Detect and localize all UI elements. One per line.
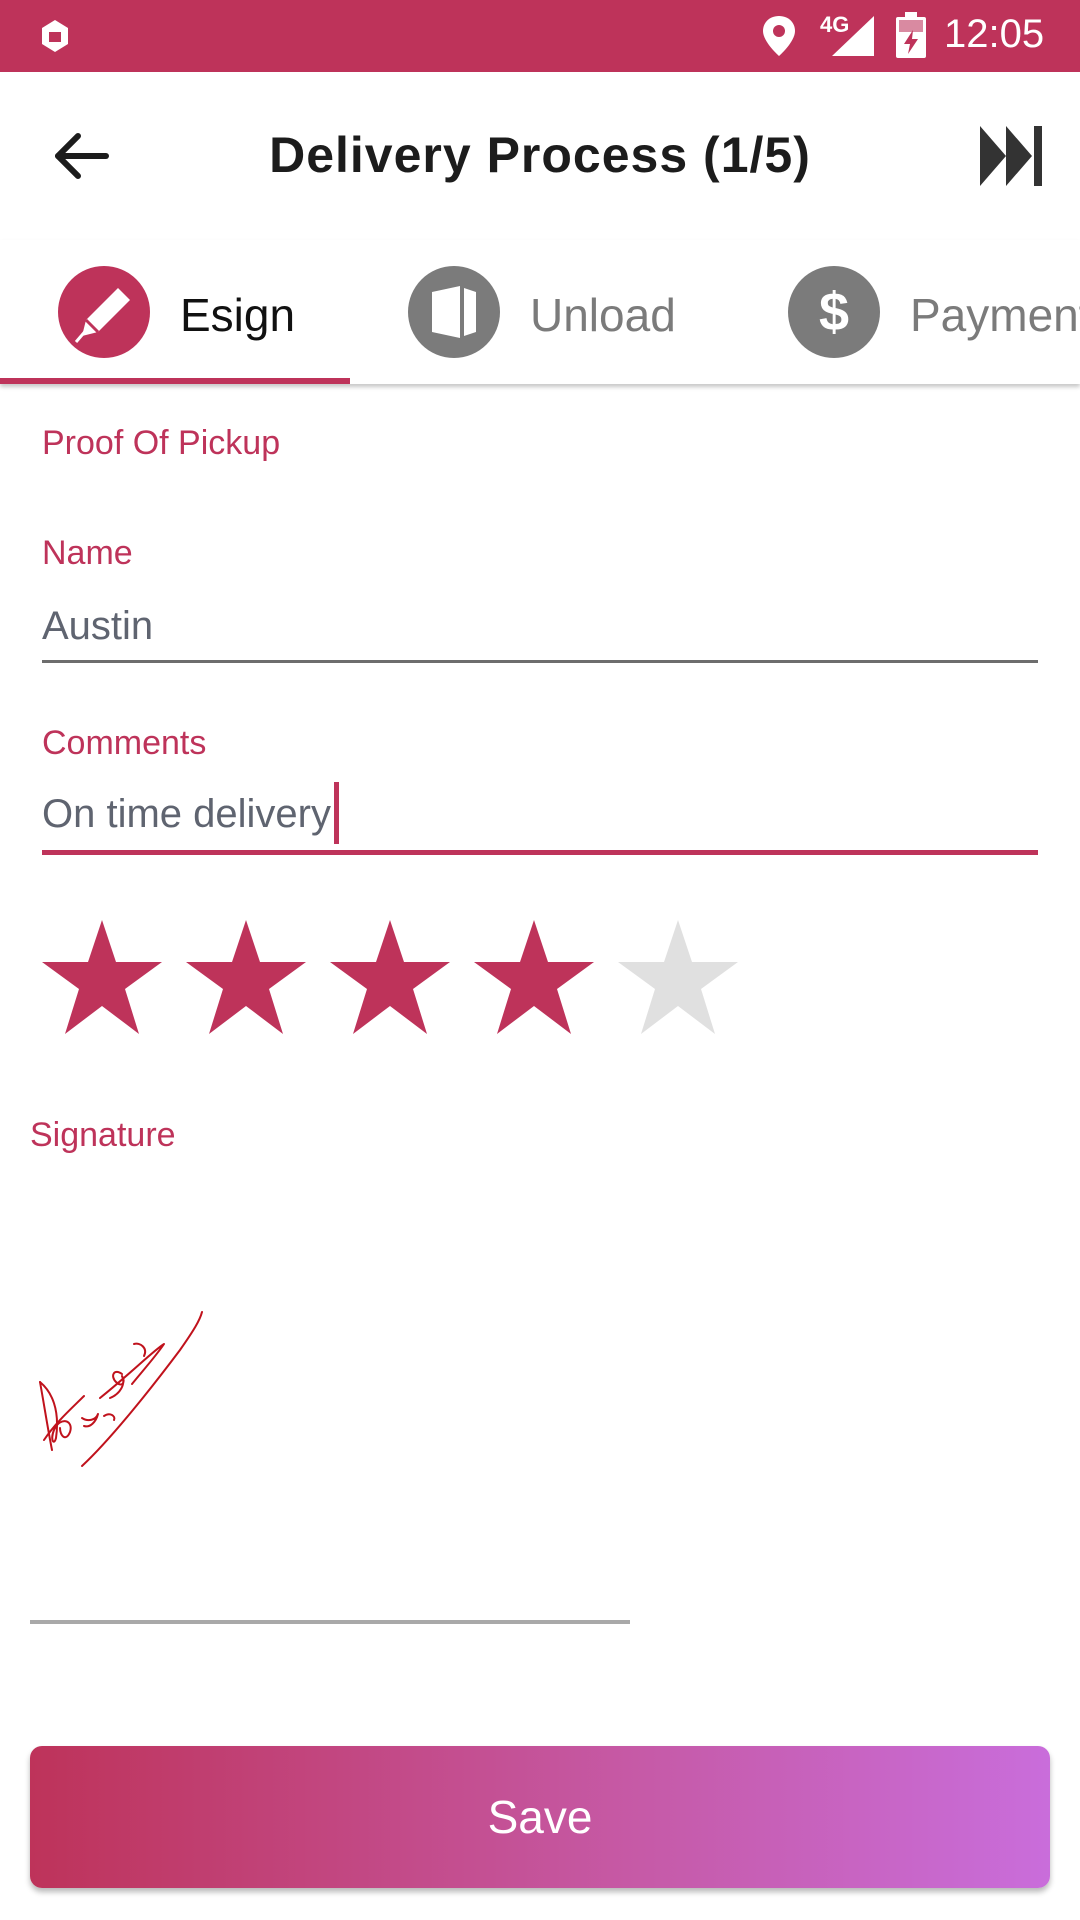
star-4-icon[interactable] bbox=[472, 918, 596, 1036]
tab-label: Payment bbox=[910, 289, 1080, 341]
name-label: Name bbox=[42, 534, 133, 572]
star-3-icon[interactable] bbox=[328, 918, 452, 1036]
process-tabs: Esign Unload $ Payment bbox=[0, 240, 1080, 384]
pen-icon bbox=[58, 266, 150, 358]
signal-icon bbox=[832, 16, 874, 56]
comments-input[interactable] bbox=[42, 786, 1038, 842]
signature-pad[interactable] bbox=[30, 1180, 630, 1620]
app-icon bbox=[42, 20, 68, 52]
save-button[interactable]: Save bbox=[30, 1746, 1050, 1888]
text-cursor bbox=[334, 782, 339, 844]
app-bar: Delivery Process (1/5) bbox=[0, 72, 1080, 240]
star-5-icon[interactable] bbox=[616, 918, 740, 1036]
comments-underline bbox=[42, 850, 1038, 855]
name-input[interactable] bbox=[42, 598, 1038, 654]
signature-drawing bbox=[39, 1311, 203, 1467]
battery-charging-icon bbox=[896, 12, 926, 58]
section-title: Proof Of Pickup bbox=[42, 424, 281, 462]
star-2-icon[interactable] bbox=[184, 918, 308, 1036]
location-icon bbox=[763, 16, 795, 56]
dollar-icon: $ bbox=[788, 266, 880, 358]
tab-label: Esign bbox=[180, 289, 296, 341]
page-title: Delivery Process (1/5) bbox=[269, 127, 811, 183]
name-underline bbox=[42, 660, 1038, 663]
comments-label: Comments bbox=[42, 724, 207, 762]
box-icon bbox=[408, 266, 500, 358]
star-1-icon[interactable] bbox=[40, 918, 164, 1036]
star-rating bbox=[40, 918, 760, 1042]
status-time: 12:05 bbox=[944, 12, 1045, 56]
svg-text:$: $ bbox=[819, 282, 849, 342]
skip-to-end-icon[interactable] bbox=[972, 118, 1044, 194]
tab-label: Unload bbox=[530, 289, 676, 341]
signature-label: Signature bbox=[30, 1116, 176, 1154]
active-tab-indicator bbox=[0, 378, 350, 384]
signature-baseline bbox=[30, 1620, 630, 1624]
status-bar: 4G 12:05 bbox=[0, 0, 1080, 72]
